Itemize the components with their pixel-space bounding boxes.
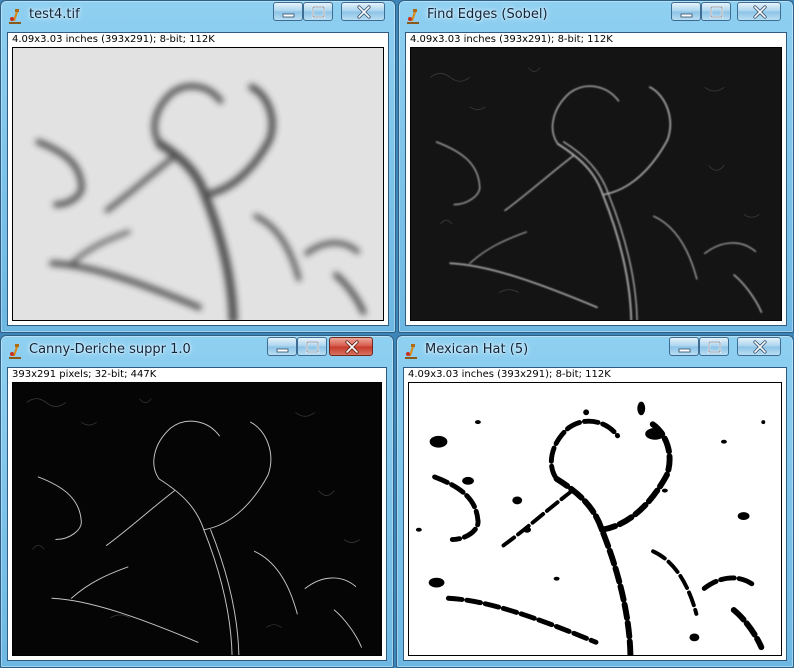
window-title: Mexican Hat (5) bbox=[425, 342, 529, 357]
maximize-button[interactable] bbox=[699, 337, 729, 356]
image-canvas[interactable] bbox=[410, 47, 782, 321]
minimize-icon bbox=[282, 13, 295, 18]
image-window-client: 4.09x3.03 inches (393x291); 8-bit; 112K bbox=[403, 367, 787, 661]
close-icon bbox=[345, 340, 359, 354]
window-title: Find Edges (Sobel) bbox=[427, 7, 548, 22]
image-info-text: 393x291 pixels; 32-bit; 447K bbox=[12, 369, 157, 380]
titlebar[interactable]: Canny-Deriche suppr 1.0 bbox=[1, 336, 393, 366]
minimize-icon bbox=[680, 13, 693, 18]
minimize-icon bbox=[276, 348, 289, 353]
close-icon bbox=[753, 340, 767, 354]
close-icon bbox=[753, 5, 767, 19]
sobel-edges-image bbox=[411, 48, 781, 320]
image-window-client: 4.09x3.03 inches (393x291); 8-bit; 112K bbox=[405, 32, 787, 326]
image-canvas[interactable] bbox=[12, 382, 382, 656]
imagej-microscope-icon bbox=[405, 344, 417, 359]
imagej-microscope-icon bbox=[9, 344, 21, 359]
window-title: test4.tif bbox=[29, 7, 80, 22]
maximize-button[interactable] bbox=[701, 2, 731, 21]
canny-edges-image bbox=[13, 383, 381, 655]
minimize-button[interactable] bbox=[267, 337, 297, 356]
image-canvas[interactable] bbox=[408, 382, 782, 656]
close-button[interactable] bbox=[329, 337, 373, 356]
image-window-client: 393x291 pixels; 32-bit; 447K bbox=[7, 367, 387, 661]
titlebar[interactable]: test4.tif bbox=[1, 1, 395, 31]
maximize-icon bbox=[305, 340, 320, 354]
maximize-icon bbox=[709, 5, 724, 19]
close-icon bbox=[357, 5, 371, 19]
image-info-text: 4.09x3.03 inches (393x291); 8-bit; 112K bbox=[12, 34, 215, 45]
micrograph-image bbox=[13, 48, 383, 320]
titlebar[interactable]: Find Edges (Sobel) bbox=[399, 1, 793, 31]
maximize-icon bbox=[707, 340, 722, 354]
maximize-button[interactable] bbox=[303, 2, 333, 21]
window-mexican-hat[interactable]: Mexican Hat (5) 4.09x3.03 inches (393x29… bbox=[396, 335, 794, 668]
maximize-icon bbox=[311, 5, 326, 19]
window-test4[interactable]: test4.tif 4.09x3.03 inches (393x291); 8-… bbox=[0, 0, 396, 333]
minimize-icon bbox=[678, 348, 691, 353]
imagej-microscope-icon bbox=[407, 9, 419, 24]
mexican-hat-image bbox=[409, 383, 781, 655]
minimize-button[interactable] bbox=[669, 337, 699, 356]
titlebar[interactable]: Mexican Hat (5) bbox=[397, 336, 793, 366]
close-button[interactable] bbox=[737, 337, 781, 356]
window-find-edges[interactable]: Find Edges (Sobel) 4.09x3.03 inches (393… bbox=[398, 0, 794, 333]
imagej-microscope-icon bbox=[9, 9, 21, 24]
image-canvas[interactable] bbox=[12, 47, 384, 321]
maximize-button[interactable] bbox=[297, 337, 327, 356]
minimize-button[interactable] bbox=[273, 2, 303, 21]
minimize-button[interactable] bbox=[671, 2, 701, 21]
window-canny-deriche[interactable]: Canny-Deriche suppr 1.0 393x291 pixels; … bbox=[0, 335, 394, 668]
close-button[interactable] bbox=[737, 2, 781, 21]
window-title: Canny-Deriche suppr 1.0 bbox=[29, 342, 191, 357]
image-window-client: 4.09x3.03 inches (393x291); 8-bit; 112K bbox=[7, 32, 389, 326]
close-button[interactable] bbox=[341, 2, 385, 21]
image-info-text: 4.09x3.03 inches (393x291); 8-bit; 112K bbox=[410, 34, 613, 45]
image-info-text: 4.09x3.03 inches (393x291); 8-bit; 112K bbox=[408, 369, 611, 380]
